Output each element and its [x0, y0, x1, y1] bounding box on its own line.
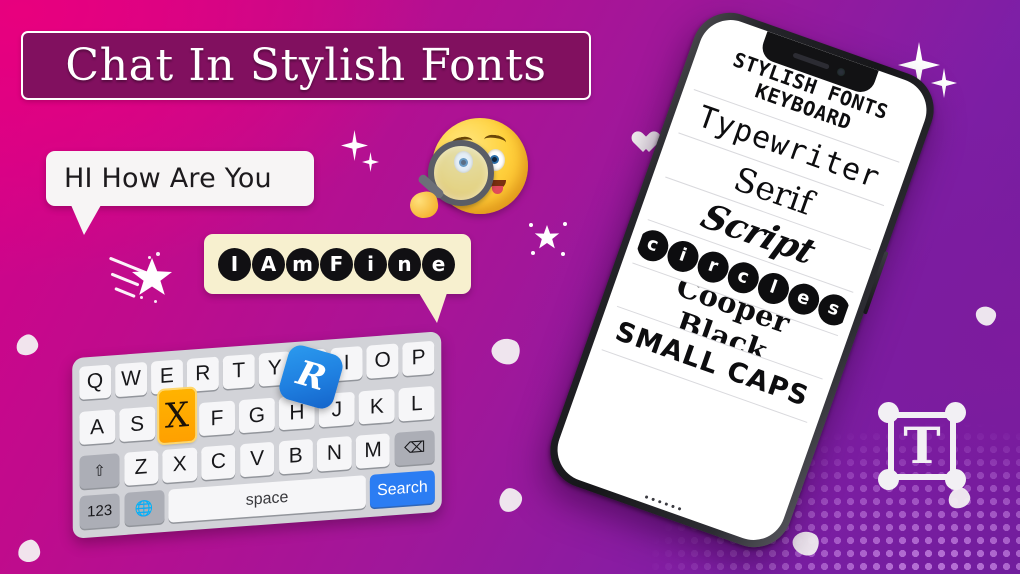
key-a[interactable]: A [79, 409, 115, 446]
petal-decoration [487, 333, 525, 369]
circled-letter: n [388, 247, 421, 281]
globe-icon-key[interactable]: 🌐 [124, 490, 165, 527]
app-icon-glyph: R [292, 352, 331, 400]
key-t[interactable]: T [223, 353, 255, 390]
emoji-with-magnifier-icon [407, 118, 528, 221]
circled-letter: e [422, 247, 455, 281]
key-r[interactable]: R [187, 356, 219, 392]
key-w[interactable]: W [115, 361, 147, 398]
key-b[interactable]: B [278, 438, 313, 475]
key-q[interactable]: Q [79, 364, 111, 400]
key-c[interactable]: C [201, 444, 236, 480]
text-tool-icon: T [874, 398, 970, 494]
speech-bubble-question-text: HI How Are You [64, 163, 272, 194]
speech-bubble-tail [71, 205, 101, 235]
circled-letter: c [723, 257, 763, 298]
key-n[interactable]: N [317, 435, 352, 472]
circled-letter: e [783, 279, 824, 319]
key-l[interactable]: L [398, 386, 435, 422]
earpiece-speaker [791, 52, 830, 70]
circled-letter: i [662, 236, 703, 276]
shooting-star-decoration [108, 250, 172, 304]
page-title: Chat In Stylish Fonts [21, 31, 591, 100]
key-g[interactable]: G [239, 397, 275, 434]
circled-letter: c [632, 225, 673, 266]
key-x[interactable]: X [162, 446, 197, 483]
circled-letter: r [692, 246, 733, 287]
circled-letter: m [286, 247, 319, 281]
circled-letter: l [753, 268, 793, 308]
numbers-key[interactable]: 123 [79, 493, 120, 530]
key-f[interactable]: F [199, 400, 235, 437]
petal-decoration [13, 332, 41, 358]
sparkle-icon [362, 152, 379, 172]
key-v[interactable]: V [239, 441, 275, 477]
shift-key[interactable]: ⇧ [79, 452, 120, 489]
key-m[interactable]: M [355, 432, 391, 469]
speech-bubble-answer-text: I A m F i n e [218, 247, 455, 281]
key-p[interactable]: P [402, 340, 435, 376]
circled-letter: A [252, 247, 285, 281]
promo-banner: Chat In Stylish Fonts HI How Are You I A… [0, 0, 1020, 574]
key-z[interactable]: Z [123, 449, 159, 486]
emoji-hand [407, 189, 441, 221]
front-camera-icon [835, 66, 846, 77]
circled-letter: i [354, 247, 387, 281]
key-x-highlighted[interactable]: X [159, 388, 195, 443]
sparkle-icon [341, 130, 368, 161]
key-s[interactable]: S [119, 406, 155, 443]
petal-decoration [16, 538, 42, 564]
speech-bubble-answer: I A m F i n e [204, 234, 471, 323]
text-tool-glyph: T [903, 416, 941, 475]
circled-letter: F [320, 247, 353, 281]
speech-bubble-question: HI How Are You [46, 151, 314, 235]
key-k[interactable]: K [359, 388, 395, 425]
keyboard-body: Q W E R T Y U I O P A S X F G H J K L [72, 331, 442, 539]
space-key[interactable]: space [168, 475, 366, 523]
search-key[interactable]: Search [370, 470, 435, 509]
circled-letter: s [813, 289, 854, 330]
key-o[interactable]: O [366, 343, 399, 379]
virtual-keyboard[interactable]: Q W E R T Y U I O P A S X F G H J K L [72, 331, 442, 539]
backspace-key[interactable]: ⌫ [394, 429, 435, 466]
speech-bubble-tail [419, 293, 447, 323]
page-title-text: Chat In Stylish Fonts [65, 39, 547, 91]
circled-letter: I [218, 247, 251, 281]
